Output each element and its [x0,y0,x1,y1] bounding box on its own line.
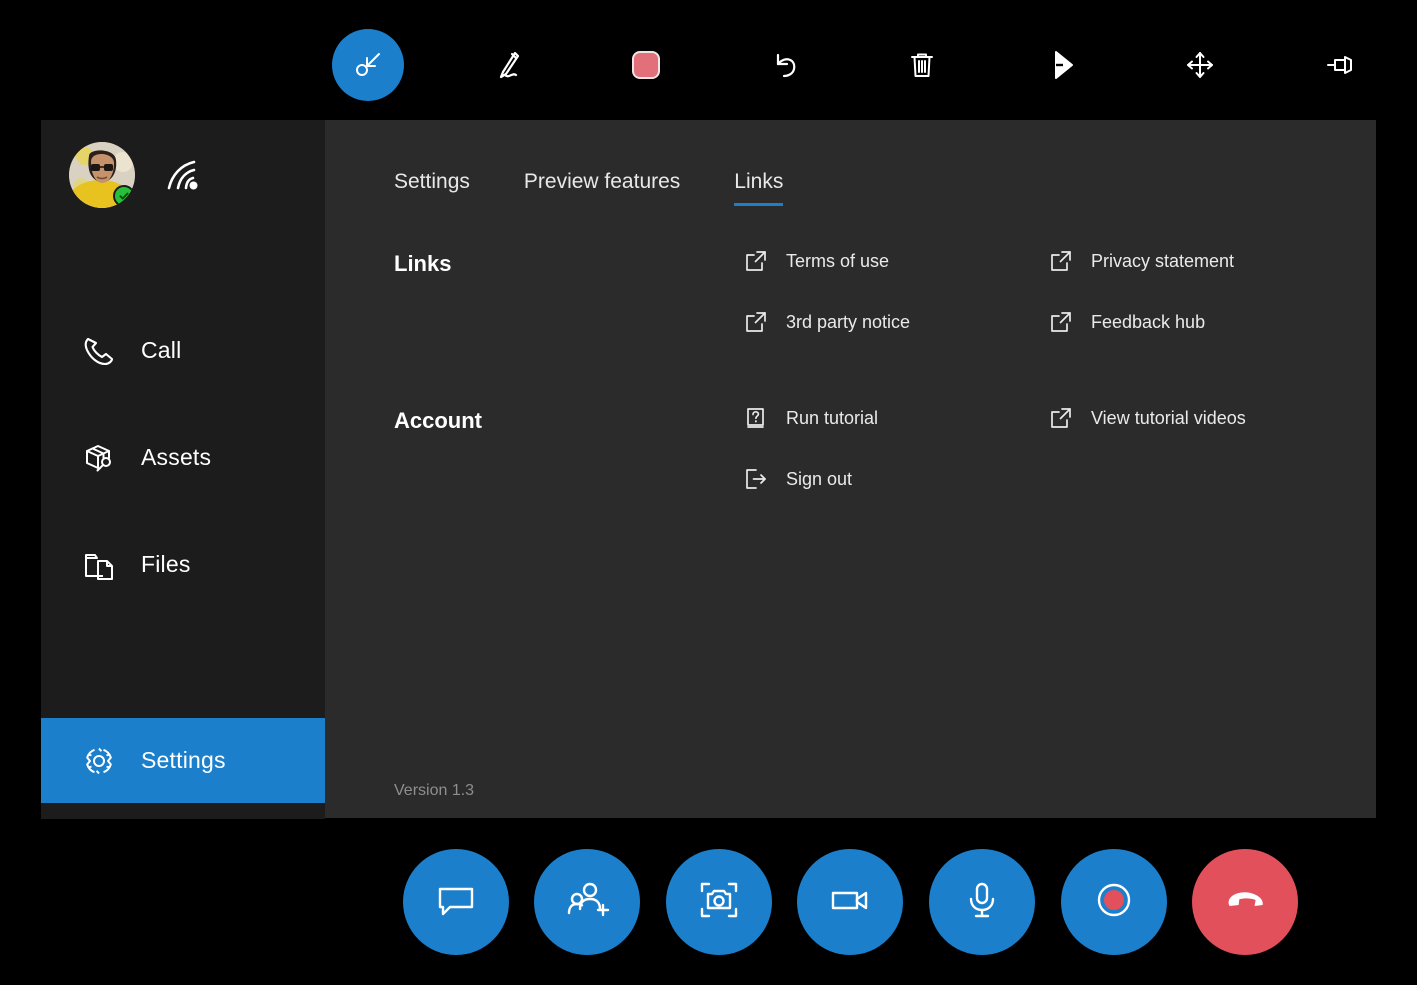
microphone-icon [959,877,1005,928]
assets-box-icon [79,438,119,478]
link-column: Terms of use 3rd pa [744,248,1049,335]
phone-icon [79,331,119,371]
record-button[interactable] [1061,849,1167,955]
avatar[interactable] [69,142,135,208]
links-area: Links Term [394,248,1354,562]
link-label: 3rd party notice [786,312,910,333]
help-tutorial-icon [744,406,768,430]
link-label: Feedback hub [1091,312,1205,333]
link-3rd-party-notice[interactable]: 3rd party notice [744,309,1049,335]
cursor-select-icon[interactable] [332,29,404,101]
link-column: Privacy statement F [1049,248,1354,335]
link-view-tutorial-videos[interactable]: View tutorial videos [1049,405,1354,431]
end-call-button[interactable] [1192,849,1298,955]
section-title: Links [394,251,451,277]
sidebar-item-label: Assets [141,444,211,471]
link-terms-of-use[interactable]: Terms of use [744,248,1049,274]
external-link-icon [1049,249,1073,273]
external-link-icon [744,249,768,273]
profile-row[interactable] [69,142,203,208]
chat-bubble-icon [433,877,479,928]
tab-label: Links [734,170,783,193]
call-control-bar [0,819,1417,985]
link-privacy-statement[interactable]: Privacy statement [1049,248,1354,274]
mic-button[interactable] [929,849,1035,955]
video-button[interactable] [797,849,903,955]
external-link-icon [744,310,768,334]
link-column: Run tutorial Sign o [744,405,1049,492]
gear-icon [79,741,119,781]
tab-preview-features[interactable]: Preview features [524,170,680,206]
sidebar: Call Assets [41,120,325,819]
tab-label: Preview features [524,170,680,193]
external-link-icon [1049,310,1073,334]
link-label: Run tutorial [786,408,878,429]
sidebar-item-files[interactable]: Files [41,522,325,607]
link-label: Sign out [786,469,852,490]
section-title: Account [394,408,482,434]
add-person-icon [564,877,610,928]
tab-links[interactable]: Links [734,170,783,206]
color-swatch-icon[interactable] [610,29,682,101]
content-panel: Settings Preview features Links Links [325,120,1376,818]
pin-icon[interactable] [1305,29,1377,101]
annotation-toolbar [0,0,1417,120]
tab-label: Settings [394,170,470,193]
app-root: Call Assets [0,0,1417,985]
video-camera-icon [827,877,873,928]
add-participant-button[interactable] [534,849,640,955]
link-label: Privacy statement [1091,251,1234,272]
section-links: Links Term [394,248,1354,335]
files-folder-icon [79,545,119,585]
link-label: View tutorial videos [1091,408,1246,429]
version-label: Version 1.3 [394,782,474,800]
link-sign-out[interactable]: Sign out [744,466,1049,492]
tab-bar: Settings Preview features Links [394,170,783,206]
app-window: Call Assets [41,120,1376,819]
sign-out-icon [744,467,768,491]
send-arrow-icon[interactable] [1026,29,1098,101]
presence-badge-available [113,185,135,207]
link-run-tutorial[interactable]: Run tutorial [744,405,1049,431]
link-column: View tutorial videos [1049,405,1354,492]
capture-photo-button[interactable] [666,849,772,955]
end-call-icon [1220,875,1270,930]
camera-capture-icon [696,877,742,928]
delete-trash-icon[interactable] [886,29,958,101]
sidebar-item-label: Settings [141,747,226,774]
chat-button[interactable] [403,849,509,955]
ink-pen-icon[interactable] [473,29,545,101]
external-link-icon [1049,406,1073,430]
record-icon [1091,877,1137,928]
move-icon[interactable] [1164,29,1236,101]
undo-icon[interactable] [748,29,820,101]
sidebar-item-label: Files [141,551,191,578]
link-label: Terms of use [786,251,889,272]
wifi-icon [163,157,203,193]
link-feedback-hub[interactable]: Feedback hub [1049,309,1354,335]
sidebar-item-call[interactable]: Call [41,308,325,393]
section-account: Account [394,405,1354,492]
sidebar-item-settings[interactable]: Settings [41,718,325,803]
sidebar-item-assets[interactable]: Assets [41,415,325,500]
sidebar-item-label: Call [141,337,181,364]
tab-settings[interactable]: Settings [394,170,470,206]
